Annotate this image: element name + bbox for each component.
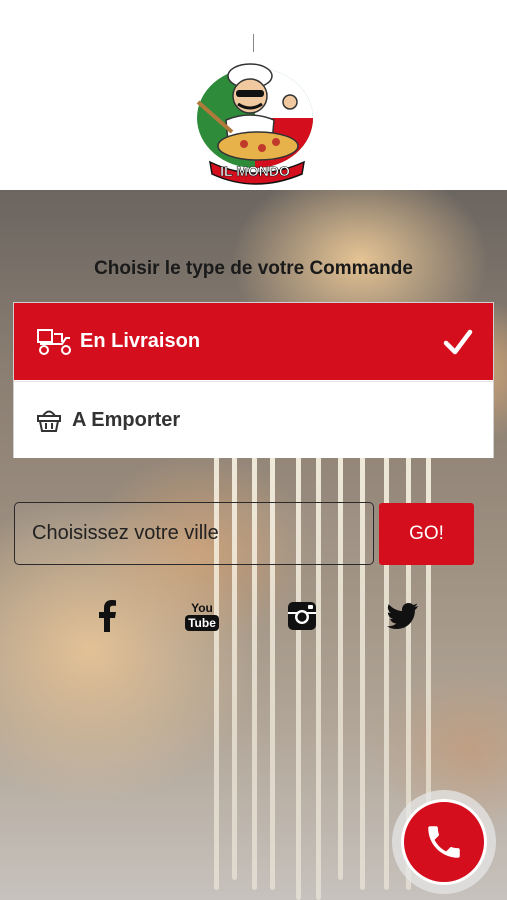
logo-text: IL MONDO [220, 163, 290, 179]
twitter-icon[interactable] [384, 596, 422, 636]
order-type-delivery[interactable]: En Livraison [14, 303, 493, 380]
order-type-selector: En Livraison A Emporter [13, 302, 494, 458]
page-title: Choisir le type de votre Commande [94, 258, 413, 279]
youtube-icon-text-top: You [191, 600, 213, 615]
instagram-icon[interactable] [284, 596, 320, 636]
facebook-icon[interactable] [88, 596, 126, 636]
check-icon [443, 329, 473, 355]
delivery-scooter-icon [36, 327, 74, 357]
youtube-icon-text-bottom: Tube [185, 614, 219, 631]
divider-line [253, 34, 254, 52]
youtube-icon[interactable]: You Tube [181, 596, 223, 636]
city-input[interactable] [14, 502, 374, 565]
order-type-delivery-label: En Livraison [80, 330, 201, 352]
order-type-takeaway[interactable]: A Emporter [14, 381, 493, 458]
order-type-takeaway-label: A Emporter [72, 408, 181, 431]
basket-icon [36, 405, 66, 435]
go-button[interactable]: GO! [379, 503, 474, 565]
il-mondo-logo: IL MONDO [196, 63, 313, 185]
phone-icon [428, 826, 460, 858]
call-button[interactable] [401, 799, 487, 885]
header-area: IL MONDO [0, 0, 507, 190]
